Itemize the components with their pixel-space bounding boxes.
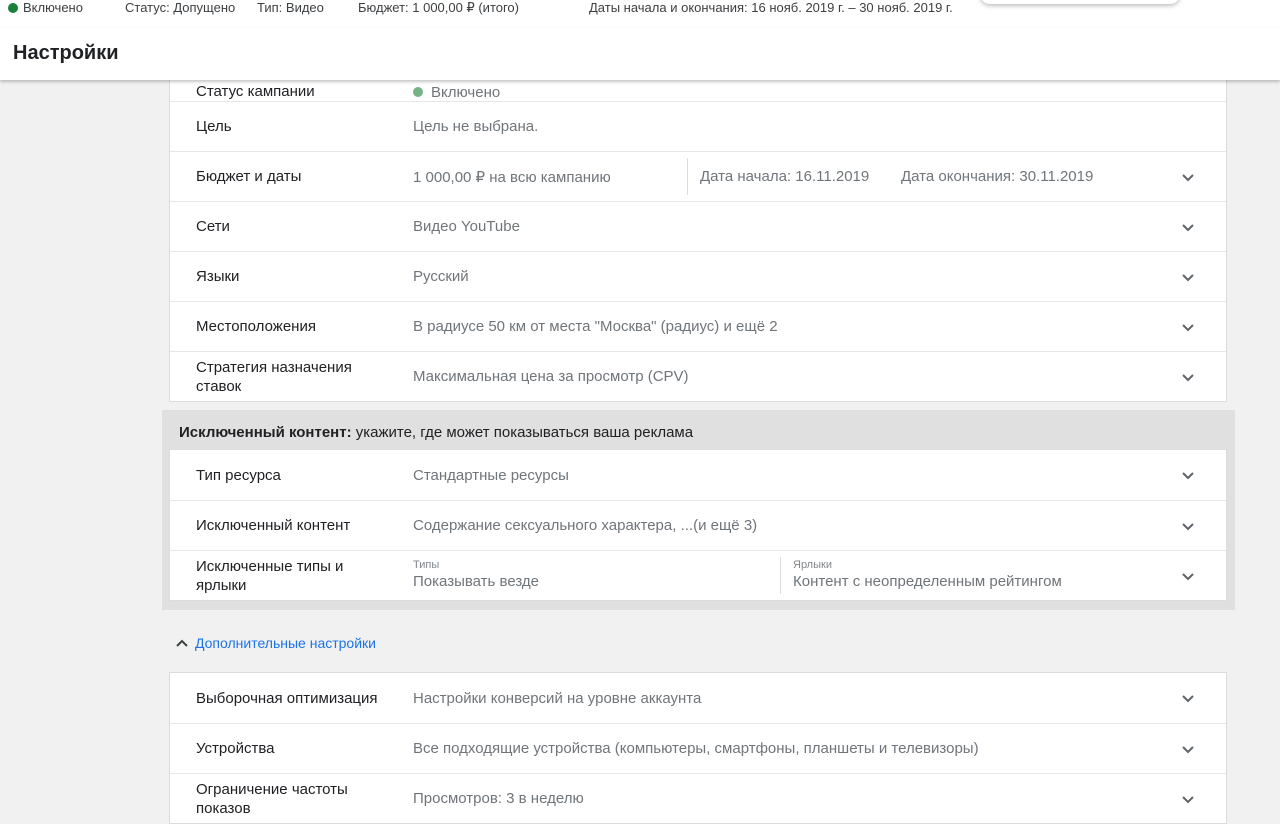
setting-row-bidding[interactable]: Стратегия назначения ставок Максимальная…	[170, 351, 1226, 401]
advanced-settings-label: Дополнительные настройки	[195, 635, 376, 651]
setting-label: Исключенные типы и ярлыки	[196, 557, 344, 594]
end-date: Дата окончания: 30.11.2019	[901, 168, 1094, 185]
advanced-settings-card: Выборочная оптимизация Настройки конверс…	[169, 672, 1227, 824]
setting-value: Все подходящие устройства (компьютеры, с…	[413, 740, 979, 757]
setting-row-networks[interactable]: Сети Видео YouTube	[170, 201, 1226, 251]
setting-row-languages[interactable]: Языки Русский	[170, 251, 1226, 301]
setting-label: Цель	[196, 118, 232, 135]
setting-label: Стратегия назначения ставок	[196, 358, 352, 395]
labels-caption: Ярлыки	[793, 559, 832, 571]
setting-row-excluded-content[interactable]: Исключенный контент Содержание сексуальн…	[170, 500, 1226, 550]
dates-text: Даты начала и окончания: 16 нояб. 2019 г…	[589, 0, 953, 15]
campaign-status-bar: Включено Статус: Допущено Тип: Видео Бюд…	[0, 0, 1280, 29]
page-title: Настройки	[13, 42, 119, 64]
types-group: Типы Показывать везде	[413, 559, 539, 592]
setting-value: Цель не выбрана.	[413, 118, 539, 135]
setting-value: Настройки конверсий на уровне аккаунта	[413, 689, 702, 707]
setting-label: Тип ресурса	[196, 466, 281, 484]
labels-value: Контент с неопределенным рейтингом	[793, 573, 1062, 590]
start-date: Дата начала: 16.11.2019	[700, 168, 870, 185]
popup-edge	[980, 0, 1180, 4]
setting-label: Бюджет и даты	[196, 168, 302, 185]
status-on-indicator: Включено	[8, 0, 83, 16]
setting-value: 1 000,00 ₽ на всю кампанию	[413, 168, 611, 186]
divider	[687, 158, 688, 195]
campaign-settings-card: Статус кампании Включено Цель Цель не вы…	[169, 50, 1227, 402]
chevron-down-icon[interactable]	[1180, 568, 1196, 584]
divider	[780, 557, 781, 594]
setting-label: Выборочная оптимизация	[196, 689, 378, 707]
setting-row-devices[interactable]: Устройства Все подходящие устройства (ко…	[170, 723, 1226, 773]
setting-label: Местоположения	[196, 318, 316, 335]
setting-row-inventory[interactable]: Тип ресурса Стандартные ресурсы	[170, 450, 1226, 500]
status-text: Статус: Допущено	[125, 0, 236, 15]
setting-row-budget[interactable]: Бюджет и даты 1 000,00 ₽ на всю кампанию…	[170, 151, 1226, 201]
setting-value: Содержание сексуального характера, ...(и…	[413, 517, 758, 534]
setting-label: Ограничение частоты показов	[196, 780, 348, 817]
excluded-content-card: Тип ресурса Стандартные ресурсы Исключен…	[169, 449, 1227, 601]
types-caption: Типы	[413, 559, 440, 571]
chevron-down-icon[interactable]	[1180, 319, 1196, 335]
chevron-down-icon[interactable]	[1180, 369, 1196, 385]
setting-value: В радиусе 50 км от места "Москва" (радиу…	[413, 318, 778, 335]
chevron-down-icon[interactable]	[1180, 690, 1196, 706]
setting-row-locations[interactable]: Местоположения В радиусе 50 км от места …	[170, 301, 1226, 351]
type-text: Тип: Видео	[257, 0, 324, 15]
status-dot-icon	[8, 3, 18, 13]
chevron-down-icon[interactable]	[1180, 518, 1196, 534]
types-value: Показывать везде	[413, 573, 539, 590]
settings-header: Настройки	[0, 28, 1280, 80]
setting-label: Сети	[196, 218, 230, 235]
labels-group: Ярлыки Контент с неопределенным рейтинго…	[793, 559, 1062, 592]
setting-row-optimization[interactable]: Выборочная оптимизация Настройки конверс…	[170, 673, 1226, 723]
setting-value: Видео YouTube	[413, 218, 520, 235]
setting-label: Языки	[196, 268, 240, 285]
status-on-label: Включено	[23, 0, 83, 15]
status-value-text: Включено	[431, 84, 501, 101]
chevron-down-icon[interactable]	[1180, 467, 1196, 483]
setting-row-excluded-types[interactable]: Исключенные типы и ярлыки Типы Показыват…	[170, 550, 1226, 600]
chevron-down-icon[interactable]	[1180, 269, 1196, 285]
chevron-down-icon[interactable]	[1180, 219, 1196, 235]
setting-value: Стандартные ресурсы	[413, 466, 569, 484]
setting-row-frequency[interactable]: Ограничение частоты показов Просмотров: …	[170, 773, 1226, 823]
chevron-down-icon[interactable]	[1180, 169, 1196, 185]
chevron-down-icon[interactable]	[1180, 791, 1196, 807]
chevron-up-icon	[176, 639, 188, 647]
setting-label: Исключенный контент	[196, 517, 351, 534]
setting-label: Устройства	[196, 740, 275, 757]
setting-value: Просмотров: 3 в неделю	[413, 790, 584, 807]
budget-text: Бюджет: 1 000,00 ₽ (итого)	[358, 0, 519, 15]
chevron-down-icon[interactable]	[1180, 741, 1196, 757]
heading-bold: Исключенный контент:	[179, 424, 352, 441]
setting-row-goal[interactable]: Цель Цель не выбрана.	[170, 101, 1226, 151]
status-dot-icon	[413, 87, 423, 97]
excluded-content-heading: Исключенный контент: укажите, где может …	[179, 424, 693, 441]
advanced-settings-toggle[interactable]: Дополнительные настройки	[175, 635, 376, 651]
setting-value: Максимальная цена за просмотр (CPV)	[413, 368, 689, 385]
heading-rest: укажите, где может показываться ваша рек…	[351, 424, 694, 441]
setting-value: Русский	[413, 268, 469, 285]
